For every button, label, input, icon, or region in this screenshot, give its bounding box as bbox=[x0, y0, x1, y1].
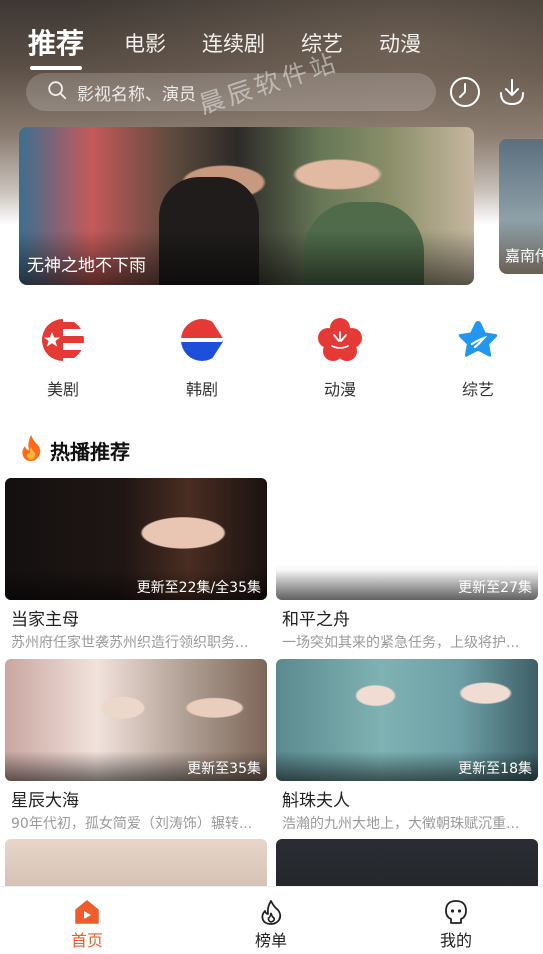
episode-badge: 更新至27集 bbox=[276, 570, 538, 600]
tab-movies[interactable]: 电影 bbox=[124, 24, 166, 64]
ranking-flame-icon bbox=[231, 899, 311, 925]
nav-label: 我的 bbox=[439, 931, 472, 950]
nav-label: 首页 bbox=[70, 931, 103, 950]
download-icon[interactable] bbox=[495, 75, 529, 109]
nav-profile[interactable]: 我的 bbox=[416, 899, 496, 951]
category-label: 综艺 bbox=[461, 380, 494, 399]
star-icon bbox=[438, 318, 518, 362]
show-description: 一场突如其来的紧急任务，上级将护... bbox=[282, 635, 520, 651]
profile-icon bbox=[416, 899, 496, 925]
search-placeholder: 影视名称、演员 bbox=[77, 84, 196, 105]
nav-label: 榜单 bbox=[254, 931, 287, 950]
show-description: 苏州府任家世袭苏州织造行领织职务... bbox=[11, 635, 249, 651]
episode-badge: 更新至18集 bbox=[276, 751, 538, 781]
category-label: 韩剧 bbox=[185, 380, 218, 399]
flower-icon bbox=[300, 318, 380, 362]
show-card[interactable]: 更新至35集 星辰大海 90年代初，孤女简爱（刘涛饰）辗转... bbox=[5, 659, 267, 833]
show-poster: 更新至22集/全35集 bbox=[5, 478, 267, 600]
tab-series[interactable]: 连续剧 bbox=[202, 24, 265, 64]
banner-next-slide[interactable]: 嘉南传 bbox=[499, 139, 543, 274]
category-shortcuts: 美剧 韩剧 动漫 综艺 bbox=[0, 318, 543, 400]
show-poster: 更新至35集 bbox=[5, 659, 267, 781]
korea-play-icon bbox=[162, 318, 242, 362]
tab-recommend[interactable]: 推荐 bbox=[28, 24, 84, 70]
category-label: 动漫 bbox=[323, 380, 356, 399]
category-anime[interactable]: 动漫 bbox=[300, 318, 380, 400]
section-title: 热播推荐 bbox=[50, 440, 130, 464]
banner-next-title: 嘉南传 bbox=[505, 247, 543, 265]
nav-home[interactable]: 首页 bbox=[47, 899, 127, 951]
category-variety[interactable]: 综艺 bbox=[438, 318, 518, 400]
show-card[interactable]: 更新至18集 斛珠夫人 浩瀚的九州大地上，大徵朝珠赋沉重... bbox=[276, 659, 538, 833]
search-icon bbox=[46, 79, 68, 105]
bottom-nav: 首页 榜单 我的 bbox=[0, 886, 543, 954]
show-title: 当家主母 bbox=[11, 610, 79, 630]
history-clock-icon[interactable] bbox=[448, 75, 482, 109]
category-korean-drama[interactable]: 韩剧 bbox=[162, 318, 242, 400]
show-poster: 更新至18集 bbox=[276, 659, 538, 781]
show-description: 浩瀚的九州大地上，大徵朝珠赋沉重... bbox=[282, 816, 520, 832]
category-label: 美剧 bbox=[46, 380, 79, 399]
episode-badge: 更新至35集 bbox=[5, 751, 267, 781]
show-title: 斛珠夫人 bbox=[282, 791, 350, 811]
episode-badge: 更新至22集/全35集 bbox=[5, 570, 267, 600]
search-input[interactable]: 影视名称、演员 bbox=[26, 73, 436, 111]
nav-ranking[interactable]: 榜单 bbox=[231, 899, 311, 951]
tab-anime[interactable]: 动漫 bbox=[379, 24, 421, 64]
show-poster: 更新至27集 bbox=[276, 478, 538, 600]
category-us-drama[interactable]: 美剧 bbox=[23, 318, 103, 400]
top-tabs: 推荐 电影 连续剧 综艺 动漫 bbox=[28, 14, 457, 70]
us-flag-icon bbox=[23, 318, 103, 362]
show-card[interactable]: 更新至27集 和平之舟 一场突如其来的紧急任务，上级将护... bbox=[276, 478, 538, 652]
banner-title: 无神之地不下雨 bbox=[27, 256, 146, 276]
section-header: 热播推荐 bbox=[12, 434, 130, 467]
show-title: 和平之舟 bbox=[282, 610, 350, 630]
show-card[interactable]: 更新至22集/全35集 当家主母 苏州府任家世袭苏州织造行领织职务... bbox=[5, 478, 267, 652]
tab-variety[interactable]: 综艺 bbox=[301, 24, 343, 64]
home-icon bbox=[47, 899, 127, 925]
banner-carousel[interactable]: 无神之地不下雨 bbox=[19, 127, 474, 285]
show-title: 星辰大海 bbox=[11, 791, 79, 811]
fire-icon bbox=[20, 434, 42, 467]
show-description: 90年代初，孤女简爱（刘涛饰）辗转... bbox=[11, 816, 253, 832]
